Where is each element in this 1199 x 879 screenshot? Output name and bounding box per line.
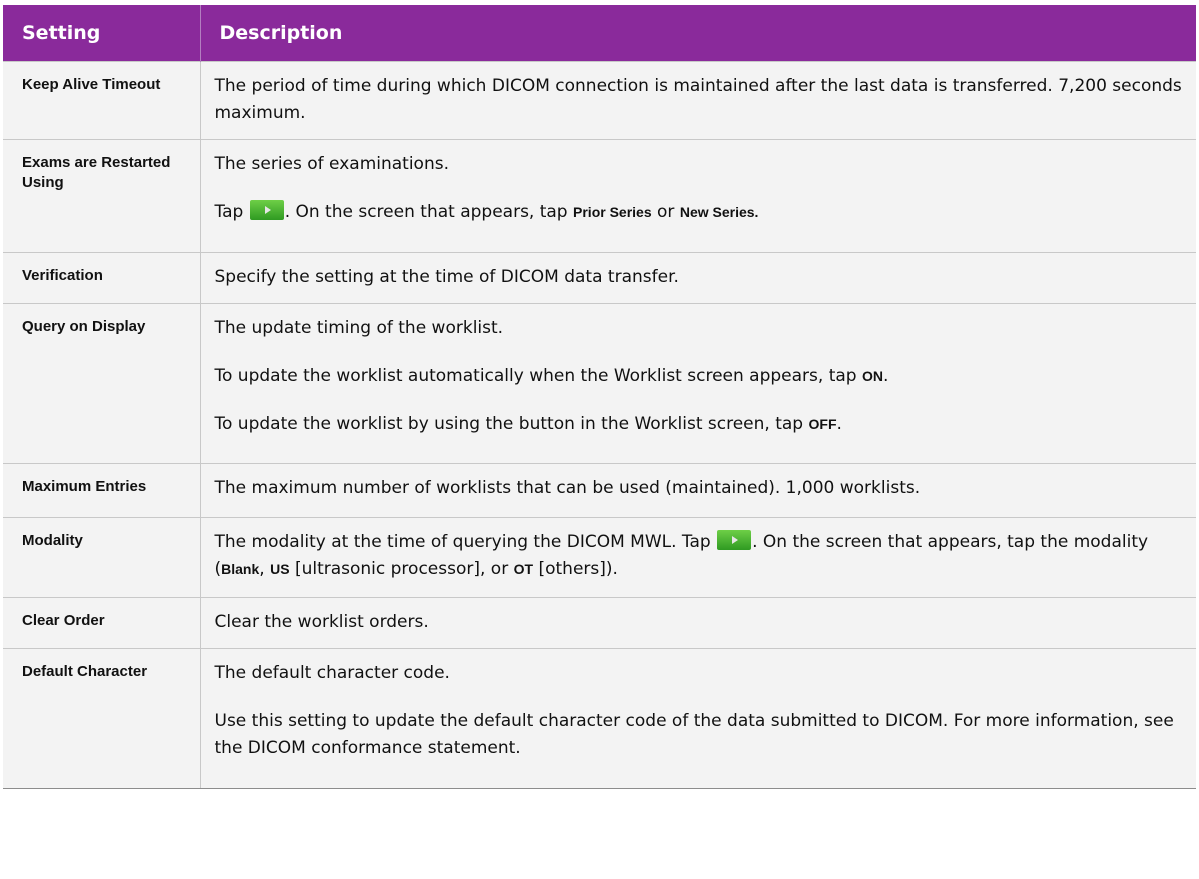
- setting-description: The update timing of the worklist. To up…: [200, 303, 1196, 464]
- option-off: OFF: [808, 416, 837, 432]
- text-segment: The modality at the time of querying the…: [214, 532, 711, 552]
- table-row: Verification Specify the setting at the …: [3, 252, 1196, 304]
- setting-name: Keep Alive Timeout: [3, 61, 201, 140]
- table-row: Maximum Entries The maximum number of wo…: [3, 463, 1196, 518]
- description-text: The update timing of the worklist.: [214, 318, 504, 338]
- setting-name: Default Character: [3, 648, 201, 789]
- table-row: Clear Order Clear the worklist orders.: [3, 597, 1196, 649]
- description-text: The series of examinations.: [214, 154, 450, 174]
- play-arrow-icon: [249, 200, 284, 220]
- table-row: Modality The modality at the time of que…: [3, 517, 1196, 598]
- settings-table: Setting Description Keep Alive Timeout T…: [3, 5, 1196, 789]
- description-text: The modality at the time of querying the…: [215, 529, 1185, 583]
- text-segment: To update the worklist automatically whe…: [214, 366, 857, 386]
- text-segment: ,: [259, 559, 265, 579]
- setting-name: Query on Display: [3, 303, 201, 464]
- header-description: Description: [200, 5, 1196, 62]
- option-ot: OT: [513, 561, 534, 577]
- setting-description: The series of examinations. Tap . On the…: [200, 139, 1196, 253]
- description-text: The maximum number of worklists that can…: [214, 478, 921, 498]
- description-text: The default character code.: [214, 663, 450, 683]
- description-text: Specify the setting at the time of DICOM…: [214, 267, 679, 287]
- description-text: To update the worklist by using the butt…: [215, 411, 1185, 438]
- table-row: Default Character The default character …: [3, 648, 1196, 789]
- table-row: Keep Alive Timeout The period of time du…: [3, 61, 1196, 140]
- setting-description: Specify the setting at the time of DICOM…: [200, 252, 1196, 304]
- setting-description: Clear the worklist orders.: [200, 597, 1196, 649]
- play-arrow-icon: [717, 530, 752, 550]
- text-segment: . On the screen that appears, tap: [284, 202, 568, 222]
- text-segment: .: [836, 414, 842, 434]
- setting-description: The maximum number of worklists that can…: [200, 463, 1196, 518]
- option-new-series: New Series.: [679, 204, 759, 220]
- description-text: To update the worklist automatically whe…: [215, 363, 1185, 390]
- header-setting: Setting: [3, 5, 201, 62]
- setting-name: Maximum Entries: [3, 463, 201, 518]
- option-on: ON: [861, 368, 883, 384]
- text-segment: Tap: [214, 202, 244, 222]
- option-us: US: [270, 561, 290, 577]
- description-text: Tap . On the screen that appears, tap Pr…: [215, 199, 1185, 226]
- text-segment: [others]).: [538, 559, 618, 579]
- table-header-row: Setting Description: [3, 5, 1196, 62]
- text-segment: To update the worklist by using the butt…: [214, 414, 804, 434]
- description-text: Clear the worklist orders.: [214, 612, 429, 632]
- description-text: The period of time during which DICOM co…: [214, 76, 1182, 123]
- setting-description: The modality at the time of querying the…: [200, 517, 1196, 598]
- table-row: Exams are Restarted Using The series of …: [3, 139, 1196, 253]
- option-prior-series: Prior Series: [573, 204, 652, 220]
- setting-description: The period of time during which DICOM co…: [200, 61, 1196, 140]
- text-segment: or: [657, 202, 675, 222]
- table-row: Query on Display The update timing of th…: [3, 303, 1196, 464]
- text-segment: [ultrasonic processor], or: [294, 559, 509, 579]
- setting-name: Clear Order: [3, 597, 201, 649]
- option-blank: Blank: [221, 561, 260, 577]
- description-text: Use this setting to update the default c…: [214, 711, 1174, 758]
- setting-name: Modality: [3, 517, 201, 598]
- setting-description: The default character code. Use this set…: [200, 648, 1196, 789]
- setting-name: Verification: [3, 252, 201, 304]
- text-segment: .: [882, 366, 889, 386]
- setting-name: Exams are Restarted Using: [3, 139, 201, 253]
